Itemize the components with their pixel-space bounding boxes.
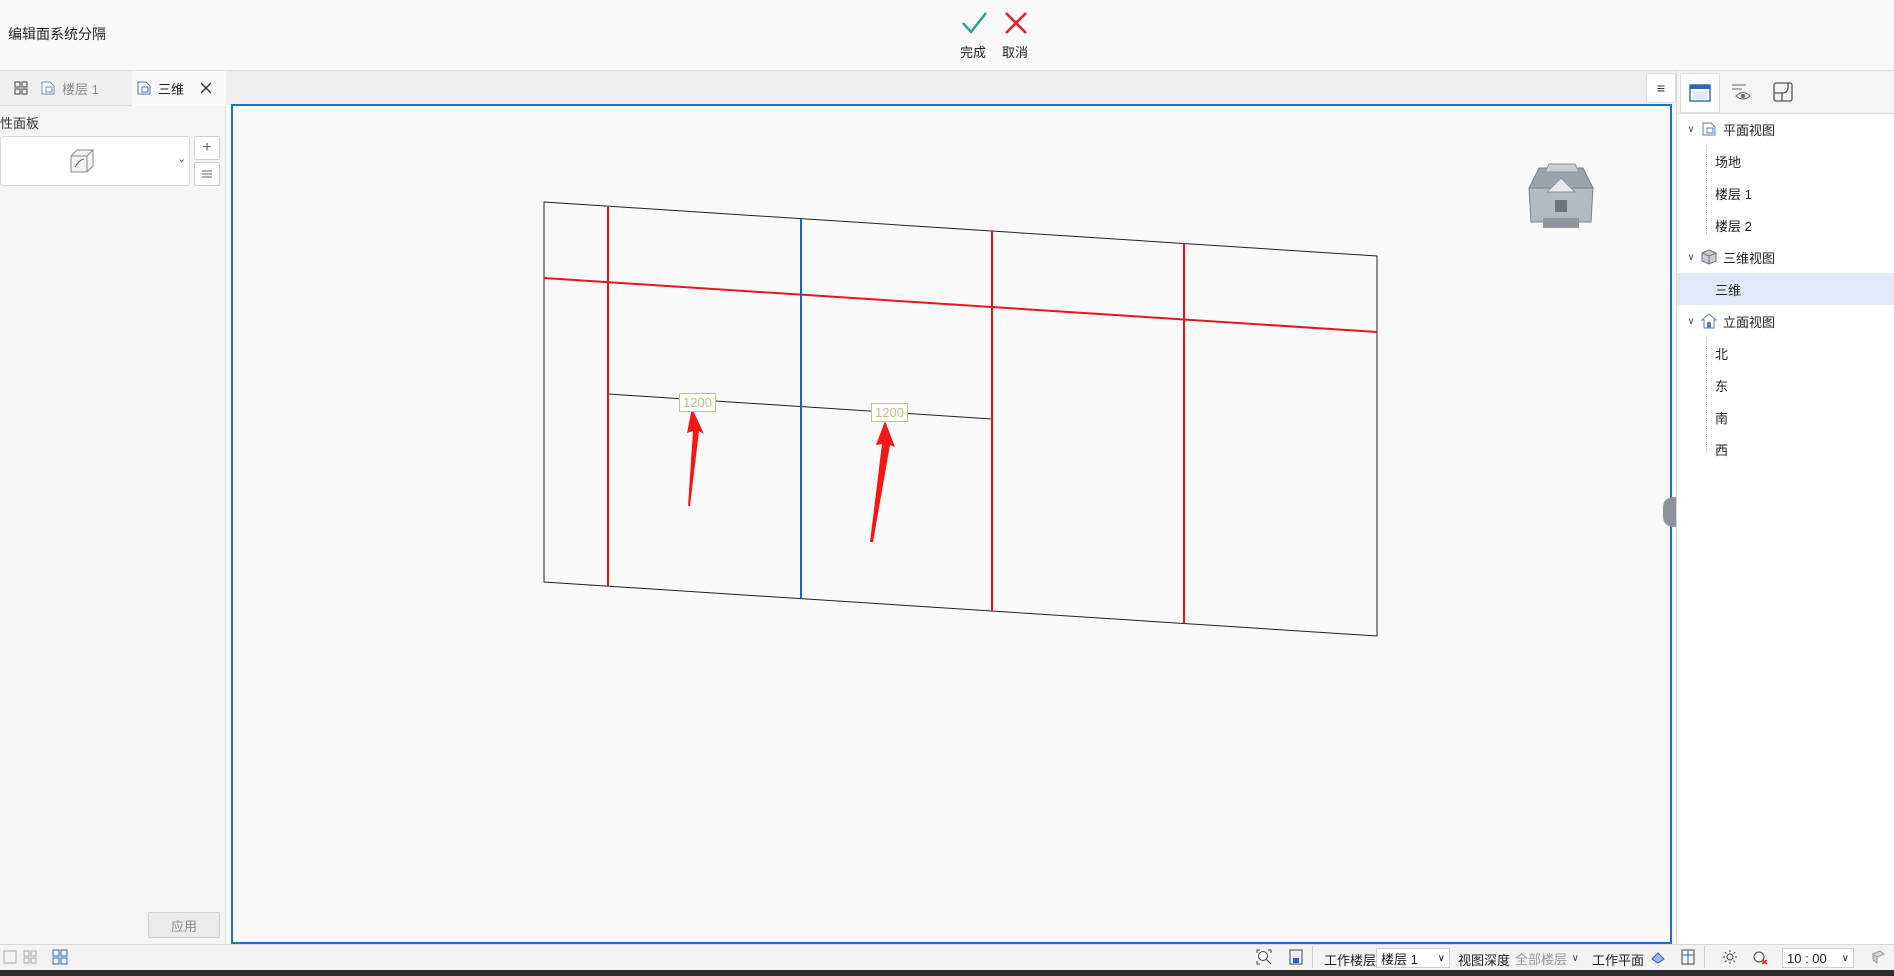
work-floor-select[interactable]: 楼层 1 ∨ [1376, 948, 1450, 968]
cancel-button[interactable]: 取消 [990, 8, 1040, 64]
status-divider [1312, 946, 1313, 968]
view-menu-button[interactable]: ≡ [1646, 73, 1676, 103]
checkmark-icon [962, 12, 987, 34]
grid-view-button[interactable] [14, 71, 28, 105]
chevron-down-icon: ⌄ [177, 153, 187, 165]
time-value: 10 : 00 [1787, 950, 1827, 966]
view-depth-label: 视图深度 [1458, 953, 1511, 968]
add-type-button[interactable]: + [194, 136, 220, 160]
tree-item-label: 三维 [1715, 282, 1742, 298]
chevron-down-icon[interactable]: ∨ [1685, 316, 1697, 327]
tree-group-label: 立面视图 [1723, 314, 1776, 330]
hamburger-icon: ≡ [1656, 80, 1666, 96]
list-settings-icon [202, 170, 212, 178]
work-floor-label: 工作楼层 [1324, 953, 1377, 968]
tab-visibility[interactable] [1722, 73, 1760, 111]
chevron-down-icon: ∨ [1571, 952, 1579, 964]
floor-plan-icon [41, 81, 55, 95]
view-depth-value: 全部楼层 [1515, 951, 1568, 967]
tree-item-floor-1[interactable]: 楼层 1 [1677, 177, 1894, 209]
eye-list-icon [1732, 84, 1751, 100]
tab-label: 楼层 1 [62, 81, 99, 97]
tree-item-north[interactable]: 北 [1677, 337, 1894, 369]
chevron-down-icon[interactable]: ∨ [1685, 252, 1697, 263]
curtain-panel-outline[interactable] [543, 201, 1378, 637]
dimension-label[interactable]: 1200 [679, 393, 716, 412]
work-plane-icon[interactable] [1648, 947, 1668, 967]
view-3d-icon [137, 81, 151, 95]
apply-button[interactable]: 应用 [148, 912, 220, 938]
chevron-down-icon[interactable]: ∨ [1685, 124, 1697, 135]
layout-icon [1773, 82, 1793, 102]
save-view-icon[interactable] [1286, 947, 1306, 967]
chevron-down-icon: ∨ [1841, 952, 1849, 964]
plus-icon: + [202, 139, 212, 156]
close-icon [1005, 12, 1027, 34]
tree-item-label: 楼层 2 [1715, 218, 1752, 234]
floor-plan-icon [1702, 122, 1716, 136]
tree-group-label: 平面视图 [1723, 122, 1776, 138]
cube-icon [1701, 249, 1717, 265]
properties-panel-title: 性面板 [0, 116, 40, 131]
status-divider [1704, 946, 1705, 968]
render-mode-icon[interactable] [1868, 947, 1888, 967]
tree-group-floor-plans[interactable]: ∨ 平面视图 [1677, 113, 1894, 145]
close-tab-icon[interactable] [200, 82, 212, 94]
tab-floor-1[interactable]: 楼层 1 [40, 71, 132, 105]
tree-item-label: 西 [1715, 442, 1729, 458]
work-floor-value: 楼层 1 [1381, 951, 1418, 967]
dimension-label[interactable]: 1200 [871, 403, 908, 422]
tree-group-3d-views[interactable]: ∨ 三维视图 [1677, 241, 1894, 273]
tree-item-label: 东 [1715, 378, 1729, 394]
curtain-panel-icon [70, 149, 94, 173]
layout-grid-icon[interactable] [50, 947, 70, 967]
type-selector[interactable]: ⌄ [0, 136, 190, 186]
tab-3d[interactable]: 三维 [136, 71, 224, 105]
tree-item-label: 楼层 1 [1715, 186, 1752, 202]
tab-views[interactable] [1680, 73, 1720, 113]
tree-item-site[interactable]: 场地 [1677, 145, 1894, 177]
house-elevation-icon [1701, 313, 1717, 329]
work-plane-label: 工作平面 [1592, 953, 1645, 968]
view-cube-icon[interactable] [1525, 162, 1597, 232]
tree-item-south[interactable]: 南 [1677, 401, 1894, 433]
curtain-system-drawing[interactable] [233, 106, 1670, 942]
edit-type-button[interactable] [194, 162, 220, 186]
chevron-down-icon: ∨ [1437, 952, 1445, 964]
app-title: 编辑面系统分隔 [8, 26, 106, 42]
annotation-arrow [687, 408, 704, 506]
window-icon [1689, 84, 1711, 102]
zoom-fit-icon[interactable] [1254, 947, 1274, 967]
panel-collapse-handle[interactable] [1663, 497, 1677, 527]
layout-single-icon[interactable] [0, 947, 20, 967]
tree-group-elevations[interactable]: ∨ 立面视图 [1677, 305, 1894, 337]
properties-panel [0, 106, 226, 944]
annotation-arrow [870, 421, 895, 542]
shadow-toggle-icon[interactable] [1750, 947, 1770, 967]
3d-viewport[interactable]: 1200 1200 [231, 104, 1677, 944]
cancel-label: 取消 [1001, 45, 1028, 60]
bottom-edge [0, 970, 1894, 976]
layout-split-icon[interactable] [20, 947, 40, 967]
tree-group-label: 三维视图 [1723, 250, 1776, 266]
tab-layout[interactable] [1764, 73, 1802, 111]
view-depth-select[interactable]: 全部楼层 ∨ [1510, 948, 1584, 968]
tree-item-floor-2[interactable]: 楼层 2 [1677, 209, 1894, 241]
time-select[interactable]: 10 : 00 ∨ [1782, 948, 1854, 968]
grid-toggle-icon[interactable] [1678, 947, 1698, 967]
top-toolbar [0, 0, 1894, 71]
tree-item-label: 北 [1715, 346, 1729, 362]
tree-item-3d[interactable]: 三维 [1677, 273, 1894, 305]
sun-icon[interactable] [1720, 947, 1740, 967]
tree-item-west[interactable]: 西 [1677, 433, 1894, 465]
horizontal-grid-line[interactable] [543, 277, 1378, 333]
tab-label: 三维 [158, 81, 185, 97]
viewport-header [226, 71, 1675, 105]
tree-item-east[interactable]: 东 [1677, 369, 1894, 401]
tree-item-label: 南 [1715, 410, 1729, 426]
tree-item-label: 场地 [1715, 154, 1742, 170]
grid-icon [14, 81, 28, 95]
